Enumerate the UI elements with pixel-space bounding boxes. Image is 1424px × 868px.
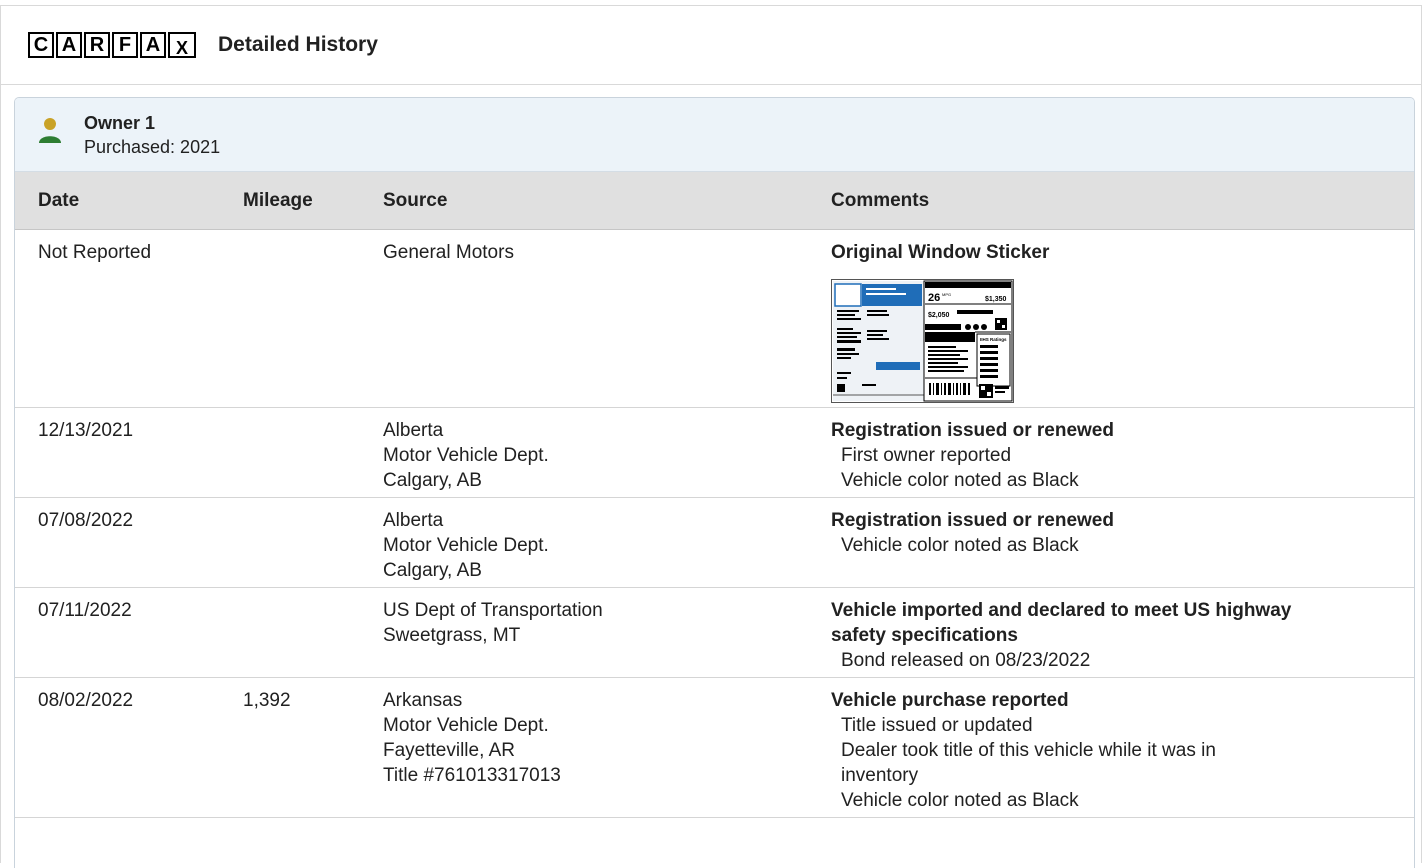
source-line: Title #761013317013 [383,765,561,786]
source-line: General Motors [383,242,514,263]
col-mileage-header: Mileage [243,172,383,230]
logo-tile: A [56,32,82,58]
row-source: General Motors [383,229,831,408]
row-comments: Vehicle purchase reported Title issued o… [831,677,1414,818]
comment-detail: Vehicle color noted as Black [841,790,1079,811]
owner-name: Owner 1 [84,113,156,133]
owner-purchased: Purchased: 2021 [84,137,221,157]
source-line: Motor Vehicle Dept. [383,445,549,466]
row-date: Not Reported [15,229,243,408]
page-title: Detailed History [218,33,378,56]
comment-detail: Vehicle color noted as Black [841,535,1079,556]
carfax-logo: C A R F A X [28,32,198,58]
source-line: Sweetgrass, MT [383,625,521,646]
sticker-annual-cost: $2,050 [928,312,950,319]
source-line: Alberta [383,420,444,441]
source-line: Motor Vehicle Dept. [383,535,549,556]
row-source: Arkansas Motor Vehicle Dept. Fayettevill… [383,677,831,818]
source-line: Fayetteville, AR [383,740,515,761]
sticker-mpg: 26 [928,292,940,304]
table-header-row: Date Mileage Source Comments [15,172,1414,230]
row-date: 08/02/2022 [15,677,243,818]
row-comments: Vehicle imported and declared to meet US… [831,587,1414,678]
owner-history-card: Owner 1 Purchased: 2021 Date Mileage Sou… [14,97,1415,868]
source-line: Calgary, AB [383,470,482,491]
comment-title: Vehicle purchase reported [831,690,1069,711]
owner-header: Owner 1 Purchased: 2021 [15,98,1414,172]
col-source-header: Source [383,172,831,230]
comment-detail: inventory [841,765,919,786]
source-line: US Dept of Transportation [383,600,603,621]
sticker-mpg-unit: MPG [942,292,951,297]
source-line: Calgary, AB [383,560,482,581]
comment-title: Vehicle imported and declared to meet US… [831,600,1292,621]
comment-title: Original Window Sticker [831,242,1050,263]
logo-tile: X [168,32,196,58]
table-row: 07/08/2022 Alberta Motor Vehicle Dept. C… [15,497,1414,588]
person-icon [39,118,61,143]
table-row: 08/02/2022 1,392 Arkansas Motor Vehicle … [15,677,1414,818]
comment-detail: Bond released on 08/23/2022 [841,650,1091,671]
comment-title: Registration issued or renewed [831,510,1114,531]
row-mileage [243,587,383,678]
comment-detail: First owner reported [841,445,1012,466]
comment-title: Registration issued or renewed [831,420,1114,441]
logo-tile: C [28,32,54,58]
row-mileage [243,407,383,498]
row-date: 07/11/2022 [15,587,243,678]
table-row: Not Reported General Motors Original Win… [15,229,1414,408]
row-date: 12/13/2021 [15,407,243,498]
history-table: Date Mileage Source Comments Not Reporte… [15,172,1414,818]
row-source: Alberta Motor Vehicle Dept. Calgary, AB [383,407,831,498]
comment-detail: Dealer took title of this vehicle while … [841,740,1216,761]
report-header: C A R F A X Detailed History [1,6,1421,85]
col-comments-header: Comments [831,172,1414,230]
comment-title: safety specifications [831,625,1018,646]
source-line: Arkansas [383,690,463,711]
col-date-header: Date [15,172,243,230]
logo-tile: R [84,32,110,58]
row-comments: Original Window Sticker 26 MPG $1,350 $2… [831,229,1414,408]
logo-tile: F [112,32,138,58]
logo-tile: A [140,32,166,58]
source-line: Motor Vehicle Dept. [383,715,549,736]
row-comments: Registration issued or renewed Vehicle c… [831,497,1414,588]
row-source: US Dept of Transportation Sweetgrass, MT [383,587,831,678]
row-source: Alberta Motor Vehicle Dept. Calgary, AB [383,497,831,588]
logo-letter: X [175,37,188,58]
table-row: 12/13/2021 Alberta Motor Vehicle Dept. C… [15,407,1414,498]
window-sticker-thumbnail[interactable]: 26 MPG $1,350 $2,050 IIHS Ratings [831,279,1014,403]
sticker-savings: $1,350 [985,296,1007,303]
row-mileage [243,229,383,408]
row-date: 07/08/2022 [15,497,243,588]
table-row: 07/11/2022 US Dept of Transportation Swe… [15,587,1414,678]
comment-detail: Vehicle color noted as Black [841,470,1079,491]
sticker-ratings-label: IIHS Ratings [980,337,1007,342]
row-mileage [243,497,383,588]
comment-detail: Title issued or updated [841,715,1033,736]
row-mileage: 1,392 [243,677,383,818]
source-line: Alberta [383,510,444,531]
row-comments: Registration issued or renewed First own… [831,407,1414,498]
